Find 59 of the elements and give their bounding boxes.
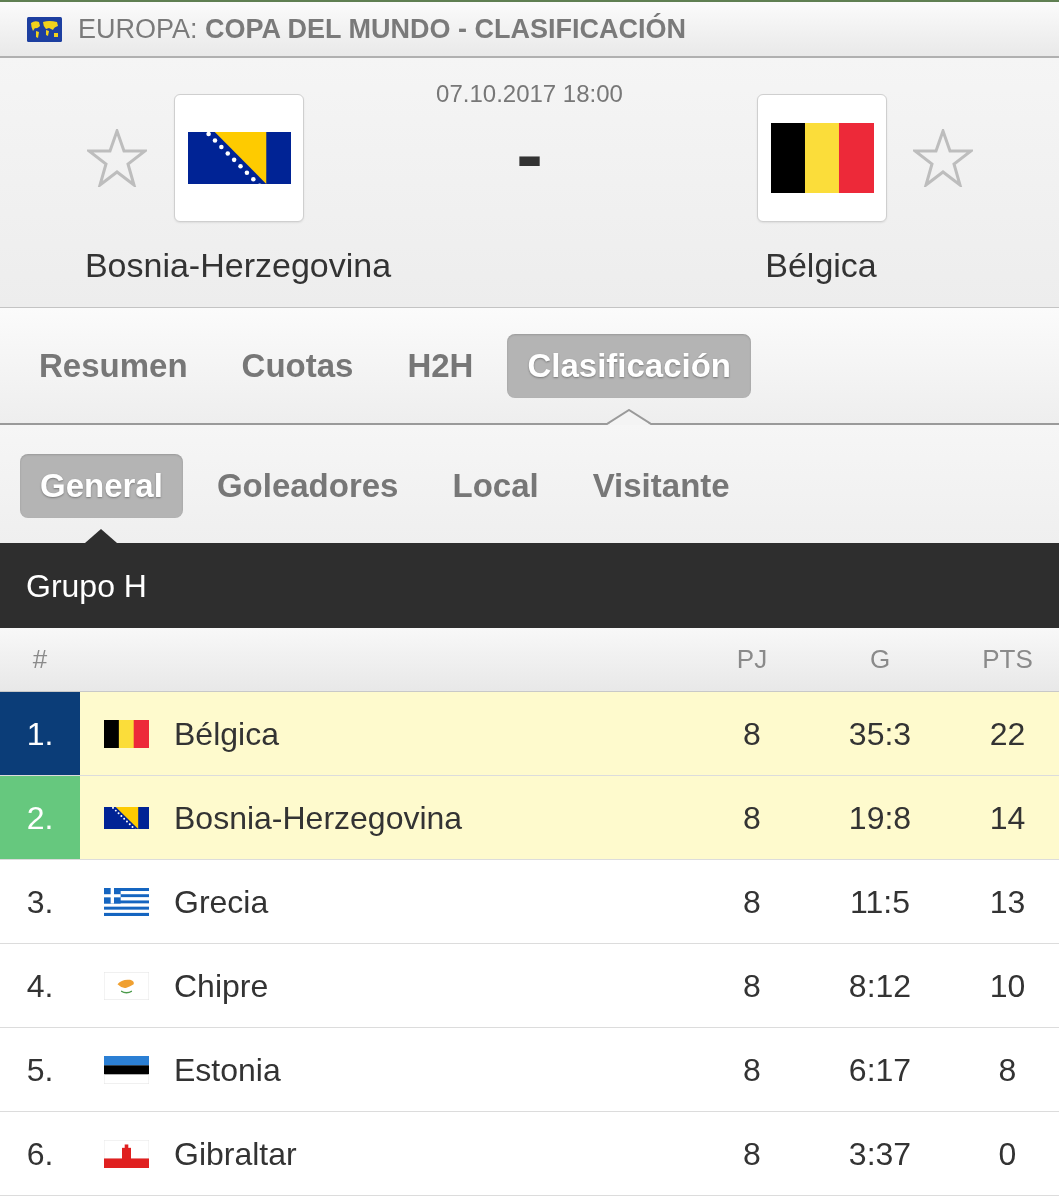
match-score: - — [516, 115, 543, 195]
tab[interactable]: Resumen — [19, 334, 208, 398]
column-header: G — [869, 643, 891, 676]
tab[interactable]: Goleadores — [196, 454, 419, 518]
flag-icon — [757, 94, 887, 222]
tab[interactable]: H2H — [387, 334, 494, 398]
match-datetime: 07.10.2017 18:00 — [436, 80, 623, 108]
team-name: Gibraltar — [174, 1134, 297, 1174]
column-header: # — [32, 643, 48, 676]
flag-icon — [174, 94, 304, 222]
rank-cell-text: 3. — [25, 882, 55, 922]
flag-icon — [104, 719, 149, 748]
rank-cell-text: 4. — [25, 966, 55, 1006]
rank-cell: 1. — [0, 692, 80, 775]
group-title: Grupo H — [26, 566, 147, 606]
goals-cell-text: 11:5 — [850, 882, 910, 922]
rank-cell-text: 5. — [25, 1050, 55, 1090]
played-cell-text: 8 — [743, 966, 761, 1006]
flag-icon — [104, 887, 149, 916]
team-name: Bélgica — [174, 714, 279, 754]
flag-icon — [104, 806, 149, 829]
goals-cell-text: 19:8 — [848, 798, 912, 838]
points-cell-text: 10 — [989, 966, 1026, 1006]
played-cell-text: 8 — [743, 882, 761, 922]
star-icon[interactable] — [87, 129, 147, 187]
star-icon[interactable] — [913, 129, 973, 187]
tab[interactable]: Cuotas — [221, 334, 374, 398]
points-cell-text: 0 — [998, 1134, 1017, 1174]
goals-cell-text: 3:37 — [848, 1134, 912, 1174]
played-cell-text: 8 — [743, 1134, 761, 1174]
tab[interactable]: Clasificación — [507, 334, 751, 398]
tab[interactable]: Visitante — [572, 454, 750, 518]
played-cell-text: 8 — [743, 798, 761, 838]
points-cell-text: 14 — [989, 798, 1026, 838]
team-name: Estonia — [174, 1050, 281, 1090]
goals-cell-text: 6:17 — [848, 1050, 912, 1090]
competition-title: EUROPA: COPA DEL MUNDO - CLASIFICACIÓN — [78, 12, 687, 46]
team-name: Chipre — [174, 966, 269, 1006]
column-header: PJ — [736, 643, 768, 676]
rank-cell: 2. — [0, 776, 80, 859]
tab[interactable]: Local — [432, 454, 559, 518]
team-name: Bélgica — [764, 245, 878, 285]
points-cell-text: 13 — [989, 882, 1026, 922]
points-cell-text: 22 — [989, 714, 1026, 754]
flag-icon — [104, 971, 149, 1000]
played-cell-text: 8 — [743, 714, 761, 754]
flag-icon — [104, 1055, 149, 1084]
goals-cell-text: 35:3 — [848, 714, 912, 754]
played-cell-text: 8 — [743, 1050, 761, 1090]
team-name: Bosnia-Herzegovina — [83, 245, 393, 285]
flag-icon — [104, 1139, 149, 1168]
column-header: PTS — [982, 643, 1033, 676]
team-name: Grecia — [174, 882, 269, 922]
world-map-icon — [27, 16, 62, 42]
team-name: Bosnia-Herzegovina — [174, 798, 463, 838]
tab[interactable]: General — [20, 454, 183, 518]
goals-cell-text: 8:12 — [848, 966, 912, 1006]
rank-cell-text: 6. — [25, 1134, 55, 1174]
points-cell-text: 8 — [998, 1050, 1017, 1090]
